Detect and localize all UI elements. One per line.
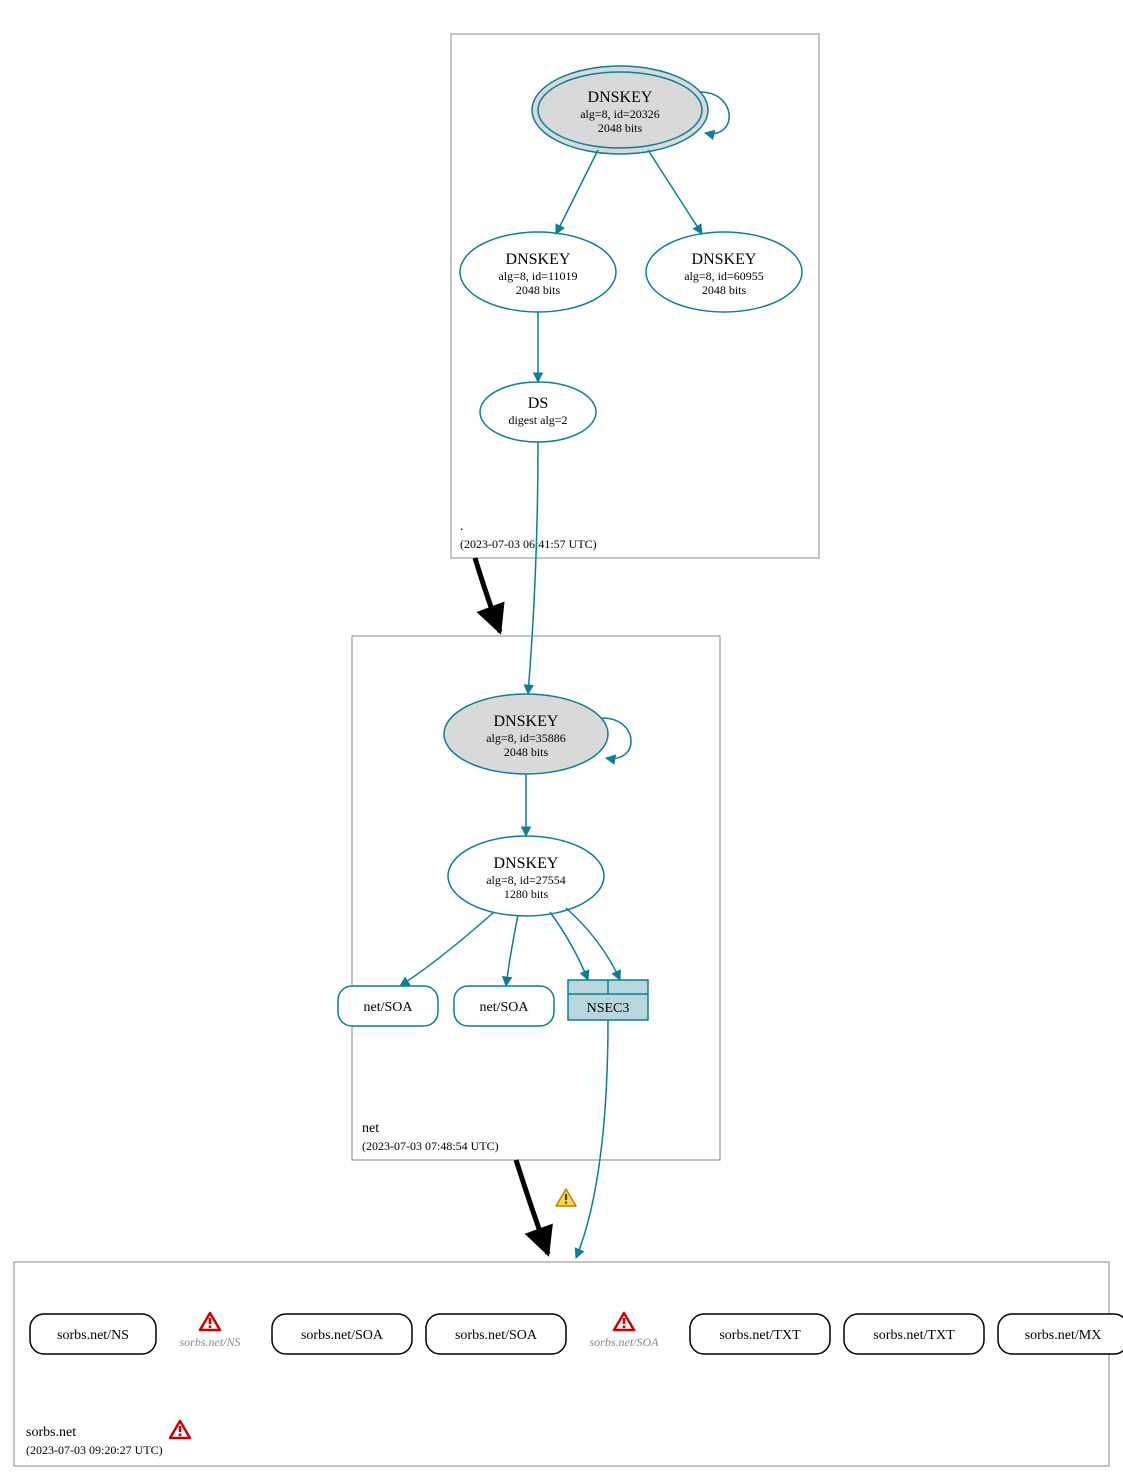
svg-text:DNSKEY: DNSKEY: [506, 251, 571, 268]
svg-text:sorbs.net/TXT: sorbs.net/TXT: [719, 1328, 801, 1343]
svg-text:sorbs.net/NS: sorbs.net/NS: [57, 1328, 129, 1343]
zone-net-label: net: [362, 1121, 379, 1136]
svg-text:2048 bits: 2048 bits: [504, 745, 549, 759]
svg-text:alg=8, id=27554: alg=8, id=27554: [486, 873, 566, 887]
zone-root: . (2023-07-03 06:41:57 UTC) DNSKEY alg=8…: [451, 34, 819, 558]
node-net-soa2[interactable]: net/SOA: [454, 986, 554, 1026]
edge-net-zsk-soa2: [506, 915, 518, 986]
dnssec-graph: . (2023-07-03 06:41:57 UTC) DNSKEY alg=8…: [0, 0, 1123, 1477]
svg-text:DNSKEY: DNSKEY: [494, 855, 559, 872]
node-sorbs-txt1[interactable]: sorbs.net/TXT: [690, 1314, 830, 1354]
node-net-zsk[interactable]: DNSKEY alg=8, id=27554 1280 bits: [448, 836, 604, 916]
svg-text:sorbs.net/MX: sorbs.net/MX: [1025, 1328, 1102, 1343]
node-sorbs-txt2[interactable]: sorbs.net/TXT: [844, 1314, 984, 1354]
svg-text:2048 bits: 2048 bits: [516, 283, 561, 297]
node-net-nsec3[interactable]: NSEC3: [568, 980, 648, 1020]
svg-text:alg=8, id=35886: alg=8, id=35886: [486, 731, 566, 745]
svg-text:2048 bits: 2048 bits: [702, 283, 747, 297]
node-sorbs-soa1[interactable]: sorbs.net/SOA: [272, 1314, 412, 1354]
edge-net-zsk-nsec3a: [550, 912, 588, 980]
node-net-soa1[interactable]: net/SOA: [338, 986, 438, 1026]
svg-text:digest alg=2: digest alg=2: [508, 413, 567, 427]
warning-icon: [556, 1189, 576, 1206]
node-root-ksk[interactable]: DNSKEY alg=8, id=20326 2048 bits: [532, 66, 708, 154]
warning-icon: [170, 1421, 190, 1438]
node-sorbs-ns[interactable]: sorbs.net/NS: [30, 1314, 156, 1354]
zone-sorbs-ts: (2023-07-03 09:20:27 UTC): [26, 1443, 163, 1457]
node-sorbs-soa2[interactable]: sorbs.net/SOA: [426, 1314, 566, 1354]
svg-text:sorbs.net/SOA: sorbs.net/SOA: [590, 1335, 660, 1349]
node-sorbs-soa-warn[interactable]: sorbs.net/SOA: [590, 1313, 660, 1349]
svg-text:net/SOA: net/SOA: [480, 1000, 530, 1015]
edge-root-to-net-heavy: [475, 558, 500, 632]
node-sorbs-mx[interactable]: sorbs.net/MX: [998, 1314, 1123, 1354]
zone-sorbs: sorbs.net (2023-07-03 09:20:27 UTC) sorb…: [14, 1262, 1123, 1466]
edge-net-to-sorbs-heavy: [516, 1160, 548, 1254]
edge-net-zsk-soa1: [400, 912, 494, 986]
zone-net-ts: (2023-07-03 07:48:54 UTC): [362, 1139, 499, 1153]
svg-text:2048 bits: 2048 bits: [598, 121, 643, 135]
svg-text:alg=8, id=60955: alg=8, id=60955: [684, 269, 764, 283]
edge-nsec3-to-sorbs: [576, 1020, 608, 1258]
node-root-zsk2[interactable]: DNSKEY alg=8, id=60955 2048 bits: [646, 232, 802, 312]
node-root-zsk1[interactable]: DNSKEY alg=8, id=11019 2048 bits: [460, 232, 616, 312]
zone-root-ts: (2023-07-03 06:41:57 UTC): [460, 537, 597, 551]
svg-text:DNSKEY: DNSKEY: [494, 713, 559, 730]
svg-text:1280 bits: 1280 bits: [504, 887, 549, 901]
edge-root-ksk-zsk1: [556, 150, 598, 234]
svg-text:alg=8, id=20326: alg=8, id=20326: [580, 107, 660, 121]
node-root-ds[interactable]: DS digest alg=2: [480, 382, 596, 442]
zone-sorbs-label: sorbs.net: [26, 1425, 76, 1440]
svg-text:sorbs.net/SOA: sorbs.net/SOA: [455, 1328, 538, 1343]
svg-text:sorbs.net/SOA: sorbs.net/SOA: [301, 1328, 384, 1343]
svg-text:sorbs.net/NS: sorbs.net/NS: [179, 1335, 240, 1349]
edge-root-ksk-zsk2: [648, 150, 702, 234]
node-net-ksk[interactable]: DNSKEY alg=8, id=35886 2048 bits: [444, 694, 608, 774]
zone-net: net (2023-07-03 07:48:54 UTC) DNSKEY alg…: [338, 636, 720, 1160]
edge-net-zsk-nsec3b: [566, 908, 620, 980]
svg-text:sorbs.net/TXT: sorbs.net/TXT: [873, 1328, 955, 1343]
svg-text:DNSKEY: DNSKEY: [692, 251, 757, 268]
svg-text:net/SOA: net/SOA: [364, 1000, 414, 1015]
svg-text:alg=8, id=11019: alg=8, id=11019: [498, 269, 577, 283]
edge-ds-to-net-ksk: [528, 442, 538, 694]
node-sorbs-ns-warn[interactable]: sorbs.net/NS: [179, 1313, 240, 1349]
zone-root-label: .: [460, 519, 464, 534]
svg-text:DS: DS: [528, 395, 548, 412]
svg-text:NSEC3: NSEC3: [587, 1001, 630, 1016]
svg-text:DNSKEY: DNSKEY: [588, 89, 653, 106]
